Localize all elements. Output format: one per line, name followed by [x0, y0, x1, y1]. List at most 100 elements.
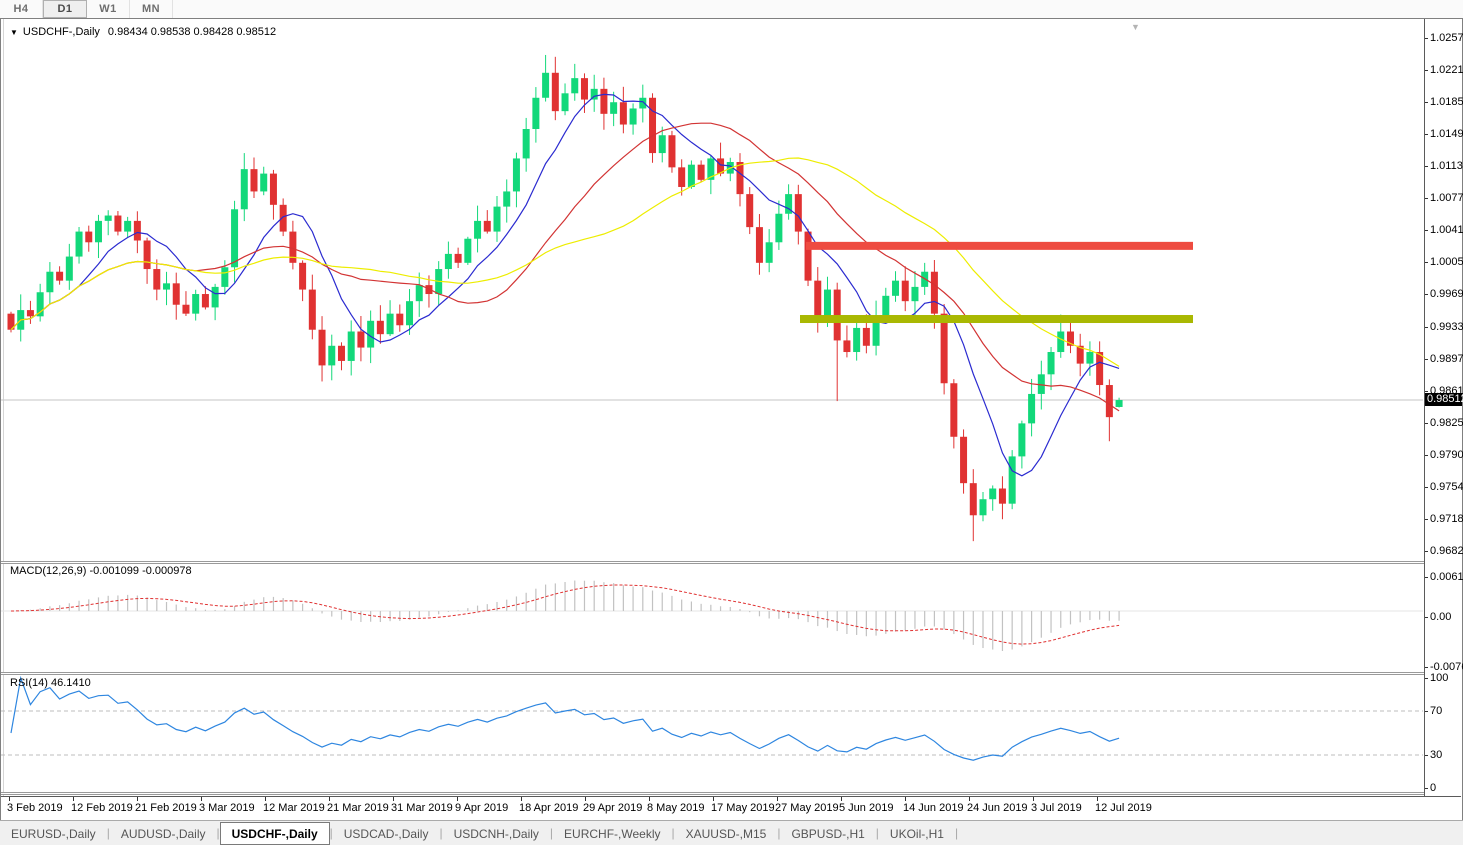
chart-canvas[interactable]	[1, 19, 1461, 818]
price-axis-label: 0.97180	[1430, 513, 1463, 525]
price-axis-label: 1.01490	[1430, 128, 1463, 140]
candle-bull	[221, 267, 228, 287]
price-axis-label: 0.99690	[1430, 288, 1463, 300]
tab-ukoil-h1[interactable]: UKOil-,H1	[879, 824, 955, 844]
price-axis-tick	[1425, 230, 1428, 231]
price-axis-tick	[1425, 519, 1428, 520]
date-label: 12 Mar 2019	[263, 802, 325, 814]
candle-bull	[513, 158, 520, 191]
candle-bear	[280, 205, 287, 232]
macd-pane[interactable]	[1, 581, 1423, 651]
timeframe-button-mn[interactable]: MN	[130, 0, 173, 18]
price-axis-tick	[1425, 359, 1428, 360]
tab-gbpusd-h1[interactable]: GBPUSD-,H1	[780, 824, 875, 844]
time-axis-tick	[137, 797, 138, 801]
date-label: 3 Mar 2019	[199, 802, 255, 814]
pane-splitter[interactable]	[1, 561, 1461, 564]
tab-eurchf-weekly[interactable]: EURCHF-,Weekly	[553, 824, 671, 844]
macd-axis-label: 0.00	[1430, 611, 1451, 623]
timeframe-button-h4[interactable]: H4	[0, 0, 43, 18]
candle-bear	[56, 272, 63, 281]
chart-tabs-bar: EURUSD-,Daily|AUDUSD-,Daily|USDCHF-,Dail…	[0, 820, 1463, 845]
time-axis-tick	[1033, 797, 1034, 801]
candle-bull	[231, 209, 238, 267]
time-axis-tick	[649, 797, 650, 801]
date-label: 31 Mar 2019	[391, 802, 453, 814]
candle-bull	[474, 221, 481, 239]
price-pane[interactable]	[1, 55, 1423, 541]
tab-eurusd-daily[interactable]: EURUSD-,Daily	[0, 824, 107, 844]
candle-bear	[814, 281, 821, 319]
tab-xauusd-m15[interactable]: XAUUSD-,M15	[675, 824, 778, 844]
macd-axis-tick	[1425, 617, 1428, 618]
candle-bear	[756, 227, 763, 263]
candle-bear	[114, 216, 121, 232]
candle-bear	[27, 310, 34, 316]
candle-bull	[46, 272, 53, 293]
rsi-label: RSI(14) 46.1410	[10, 677, 91, 689]
price-axis-label: 1.01850	[1430, 96, 1463, 108]
price-axis-tick	[1425, 551, 1428, 552]
candle-bear	[581, 78, 588, 99]
tab-usdchf-daily[interactable]: USDCHF-,Daily	[220, 822, 330, 845]
price-axis-tick	[1425, 166, 1428, 167]
candle-bull	[1086, 352, 1093, 364]
candle-bear	[309, 290, 316, 330]
macd-axis-label: 0.00613	[1430, 571, 1463, 583]
rsi-axis-label: 70	[1430, 705, 1442, 717]
candle-bear	[902, 281, 909, 302]
candle-bear	[552, 73, 559, 111]
tab-usdcad-daily[interactable]: USDCAD-,Daily	[333, 824, 440, 844]
candle-bull	[416, 285, 423, 301]
price-axis-label: 1.00050	[1430, 256, 1463, 268]
time-axis-tick	[329, 797, 330, 801]
price-axis-tick	[1425, 38, 1428, 39]
time-axis-tick	[969, 797, 970, 801]
chart-ohlc-values: 0.98434 0.98538 0.98428 0.98512	[108, 26, 276, 38]
support-line[interactable]	[800, 315, 1193, 323]
timeframe-button-d1[interactable]: D1	[43, 0, 87, 18]
candle-bull	[853, 328, 860, 352]
pane-splitter[interactable]	[1, 792, 1461, 795]
candle-bear	[299, 263, 306, 290]
tab-usdcnh-daily[interactable]: USDCNH-,Daily	[443, 824, 550, 844]
candle-bull	[824, 290, 831, 319]
time-axis-tick	[201, 797, 202, 801]
date-label: 5 Jun 2019	[839, 802, 893, 814]
price-axis-label: 0.98970	[1430, 353, 1463, 365]
rsi-axis-tick	[1425, 678, 1428, 679]
candle-bear	[1106, 385, 1113, 417]
pane-splitter[interactable]	[1, 672, 1461, 675]
time-axis-tick	[521, 797, 522, 801]
candle-bull	[1018, 423, 1025, 456]
date-label: 29 Apr 2019	[583, 802, 642, 814]
candle-bull	[105, 216, 112, 221]
candle-bull	[1028, 394, 1035, 423]
rsi-axis-label: 30	[1430, 749, 1442, 761]
candle-bull	[212, 287, 219, 308]
price-axis-tick	[1425, 134, 1428, 135]
price-axis-tick	[1425, 102, 1428, 103]
price-axis-label: 1.00410	[1430, 224, 1463, 236]
tab-audusd-daily[interactable]: AUDUSD-,Daily	[110, 824, 217, 844]
date-label: 9 Apr 2019	[455, 802, 508, 814]
chart-shift-marker-icon[interactable]: ▼	[1131, 22, 1140, 32]
price-axis-tick	[1425, 327, 1428, 328]
rsi-axis-label: 0	[1430, 782, 1436, 794]
price-axis-label: 0.96820	[1430, 545, 1463, 557]
price-axis-tick	[1425, 423, 1428, 424]
candle-bull	[523, 129, 530, 158]
candle-bull	[260, 174, 267, 192]
candle-bull	[241, 169, 248, 209]
resistance-line[interactable]	[806, 242, 1193, 250]
rsi-pane[interactable]	[1, 678, 1423, 760]
timeframe-button-w1[interactable]: W1	[87, 0, 130, 18]
price-axis-label: 1.02570	[1430, 32, 1463, 44]
time-axis-tick	[841, 797, 842, 801]
candle-bear	[134, 221, 141, 241]
candle-bear	[319, 330, 326, 366]
candle-bull	[610, 102, 617, 114]
collapse-triangle-icon[interactable]: ▼	[10, 28, 18, 37]
candle-bear	[182, 305, 189, 314]
candle-bull	[66, 257, 73, 281]
